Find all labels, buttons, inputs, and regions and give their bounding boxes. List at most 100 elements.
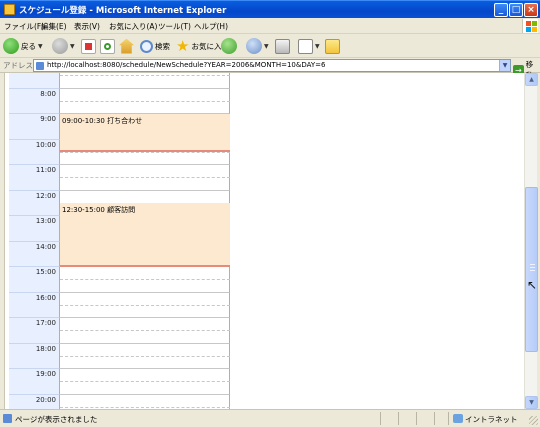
refresh-icon	[100, 38, 115, 54]
half-hour-divider	[60, 304, 230, 306]
menu-view[interactable]: 表示(V)	[74, 21, 100, 32]
event-label: 09:00-10:30 打ち合わせ	[62, 117, 143, 125]
event-label: 12:30-15:00 顧客訪問	[62, 206, 136, 215]
back-label: 戻る	[21, 41, 36, 51]
address-bar: アドレス(D) http://localhost:8080/schedule/N…	[0, 58, 540, 80]
time-cell: 8:00	[9, 88, 60, 114]
intranet-icon	[453, 414, 463, 423]
minimize-button[interactable]: _	[494, 3, 508, 17]
stop-button[interactable]	[81, 37, 96, 55]
favorites-icon: ★	[176, 37, 190, 55]
half-hour-divider	[60, 381, 230, 382]
menu-help[interactable]: ヘルプ(H)	[194, 21, 228, 32]
menu-bar: ファイル(F) 編集(E) 表示(V) お気に入り(A) ツール(T) ヘルプ(…	[0, 18, 540, 34]
history-button[interactable]	[221, 37, 237, 55]
hour-row: 20:00	[9, 394, 230, 409]
time-cell: 12:00	[9, 190, 60, 216]
search-button[interactable]: 検索	[140, 37, 170, 55]
vertical-scrollbar[interactable]: ▲ ▼	[524, 73, 538, 409]
hour-row: 17:00	[9, 318, 230, 344]
time-label: 10:00	[35, 140, 56, 149]
status-divider	[434, 412, 435, 425]
time-label: 16:00	[35, 293, 56, 302]
status-divider	[448, 412, 449, 425]
address-url[interactable]: http://localhost:8080/schedule/NewSchedu…	[47, 61, 325, 69]
title-bar: スケジュール登録 - Microsoft Internet Explorer _…	[0, 0, 540, 18]
forward-button[interactable]: ▼	[52, 37, 75, 55]
menu-file[interactable]: ファイル(F)	[4, 21, 44, 32]
ie-icon	[4, 4, 15, 15]
time-label: 18:00	[35, 344, 56, 353]
time-cell: 15:00	[9, 267, 60, 293]
maximize-button[interactable]: □	[509, 3, 523, 17]
mouse-cursor-icon: ↖	[527, 278, 538, 292]
half-hour-divider	[60, 100, 230, 102]
chevron-down-icon: ▼	[70, 42, 75, 50]
schedule-grid: 7:008:00 9:00 10:00 11:00 12:00 13:00 14:00 15:…	[9, 73, 230, 409]
time-label: 15:00	[35, 268, 56, 276]
mail-button[interactable]: ▼	[246, 37, 269, 55]
chevron-down-icon: ▼	[264, 42, 269, 50]
home-button[interactable]	[119, 37, 134, 55]
search-label: 検索	[155, 41, 170, 51]
time-cell: 13:00	[9, 216, 60, 242]
status-divider	[380, 412, 381, 425]
forward-icon	[52, 38, 68, 54]
scroll-up-button[interactable]: ▲	[525, 73, 538, 86]
back-button[interactable]: 戻る ▼	[3, 37, 43, 55]
menu-favorites[interactable]: お気に入り(A)	[109, 21, 157, 32]
time-cell: 17:00	[9, 318, 60, 344]
refresh-button[interactable]	[100, 37, 115, 55]
time-label: 9:00	[40, 115, 56, 123]
print-icon	[275, 38, 290, 54]
history-icon	[221, 38, 237, 54]
hour-row: 16:00	[9, 292, 230, 318]
toolbar: 戻る ▼ ▼ 検索 ★ お気に入り ▼ ▼	[0, 34, 540, 58]
status-text: ページが表示されました	[15, 415, 98, 424]
menu-tools[interactable]: ツール(T)	[158, 21, 191, 32]
time-label: 20:00	[35, 395, 56, 404]
status-divider	[416, 412, 417, 425]
time-label: 19:00	[35, 370, 56, 378]
page-icon	[3, 414, 12, 423]
hour-row: 19:00	[9, 369, 230, 395]
zone-text: イントラネット	[465, 415, 518, 424]
hour-row: 7:00	[9, 73, 230, 89]
half-hour-divider	[60, 75, 230, 76]
time-cell: 7:00	[9, 73, 60, 89]
chevron-down-icon: ▼	[315, 42, 320, 50]
hour-row: 18:00	[9, 343, 230, 369]
scroll-thumb[interactable]	[525, 187, 538, 352]
time-cell: 14:00	[9, 241, 60, 267]
window-title: スケジュール登録 - Microsoft Internet Explorer	[19, 6, 227, 16]
chevron-down-icon[interactable]: ▼	[499, 60, 510, 71]
menu-edit[interactable]: 編集(E)	[41, 21, 67, 32]
time-cell: 9:00	[9, 114, 60, 140]
folder-button[interactable]	[325, 37, 340, 55]
close-button[interactable]: ×	[524, 3, 538, 17]
print-button[interactable]	[275, 37, 290, 55]
address-input[interactable]: http://localhost:8080/schedule/NewSchedu…	[33, 59, 511, 72]
status-bar: ページが表示されました イントラネット	[0, 409, 540, 427]
stop-icon	[81, 38, 96, 54]
search-icon	[140, 39, 153, 53]
edit-button[interactable]: ▼	[298, 37, 320, 55]
back-icon	[3, 38, 19, 54]
schedule-event[interactable]: 12:30-15:00 顧客訪問	[60, 203, 230, 267]
home-icon	[119, 38, 134, 54]
edit-icon	[298, 38, 313, 54]
time-label: 14:00	[35, 242, 56, 251]
schedule-event[interactable]: 09:00-10:30 打ち合わせ	[60, 114, 230, 153]
half-hour-divider	[60, 355, 230, 357]
scroll-down-button[interactable]: ▼	[525, 396, 538, 409]
time-label: 13:00	[35, 217, 56, 225]
half-hour-divider	[60, 406, 230, 408]
mail-icon	[246, 38, 262, 54]
windows-logo-icon	[522, 19, 538, 33]
half-hour-divider	[60, 330, 230, 331]
hour-row: 15:00	[9, 267, 230, 293]
half-hour-divider	[60, 177, 230, 178]
resize-grip[interactable]	[529, 416, 538, 425]
time-label: 17:00	[35, 319, 56, 327]
time-label: 11:00	[35, 166, 56, 174]
